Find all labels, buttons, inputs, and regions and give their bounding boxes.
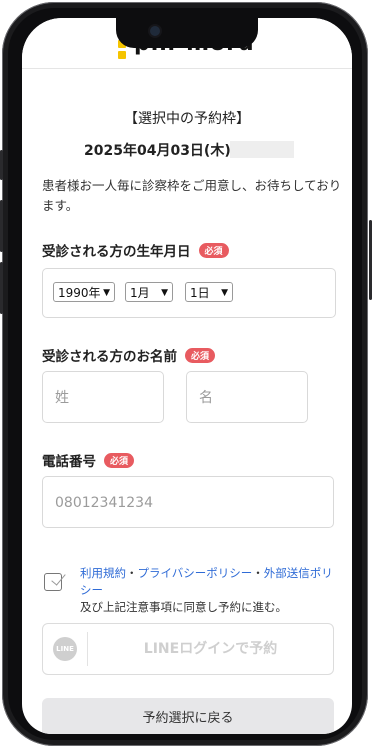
required-badge: 必須 [104,453,135,468]
selected-slot-date: 2025年04月03日(木) [84,143,231,159]
day-value: 1日 [190,286,210,300]
separator: ・ [126,566,138,580]
line-icon: LINE [53,637,77,661]
agreement-suffix: 及び上記注意事項に同意し予約に進む。 [80,600,287,614]
side-button [0,150,3,180]
dob-label: 受診される方の生年月日 必須 [42,240,229,260]
month-select[interactable]: 1月 ▼ [125,282,173,302]
day-select[interactable]: 1日 ▼ [185,282,233,302]
screen: pin-moru 【選択中の予約枠】 2025年04月03日(木) 患者様お一人… [22,18,352,734]
name-label: 受診される方のお名前 必須 [42,345,216,365]
dob-label-text: 受診される方の生年月日 [42,244,191,260]
name-label-text: 受診される方のお名前 [42,349,177,365]
first-name-input[interactable]: 名 [186,371,308,423]
separator: ・ [252,566,264,580]
phone-placeholder: 08012341234 [55,495,153,511]
first-name-placeholder: 名 [199,390,213,406]
chevron-down-icon: ▼ [221,288,228,298]
line-login-button[interactable]: LINE LINEログインで予約 [42,623,334,675]
selected-slot-heading: 【選択中の予約枠】 [124,111,250,127]
required-badge: 必須 [185,348,216,363]
phone-input[interactable]: 08012341234 [42,476,334,528]
agreement-text: 利用規約・プライバシーポリシー・外部送信ポリシー 及び上記注意事項に同意し予約に… [80,565,340,616]
line-login-label: LINEログインで予約 [143,641,278,657]
volume-down-button [0,262,3,314]
month-value: 1月 [130,286,150,300]
logo-mark-icon-lower [118,51,126,59]
phone-label: 電話番号 必須 [42,450,135,470]
terms-link[interactable]: 利用規約 [80,566,126,580]
redacted-time [230,141,294,158]
year-select[interactable]: 1990年 ▼ [53,282,115,302]
notch [116,18,258,48]
agree-checkbox[interactable] [44,573,62,591]
camera-icon [150,26,160,36]
privacy-policy-link[interactable]: プライバシーポリシー [138,566,253,580]
volume-up-button [0,200,3,252]
last-name-placeholder: 姓 [55,390,69,406]
phone-label-text: 電話番号 [42,454,96,470]
required-badge: 必須 [198,243,229,258]
notice-text: 患者様お一人毎に診察枠をご用意し、お待ちしております。 [42,178,342,213]
back-to-selection-button[interactable]: 予約選択に戻る [42,698,334,734]
chevron-down-icon: ▼ [161,288,168,298]
dob-group: 1990年 ▼ 1月 ▼ 1日 ▼ [42,268,336,318]
year-value: 1990年 [58,286,101,300]
chevron-down-icon: ▼ [103,288,110,298]
last-name-input[interactable]: 姓 [42,371,164,423]
